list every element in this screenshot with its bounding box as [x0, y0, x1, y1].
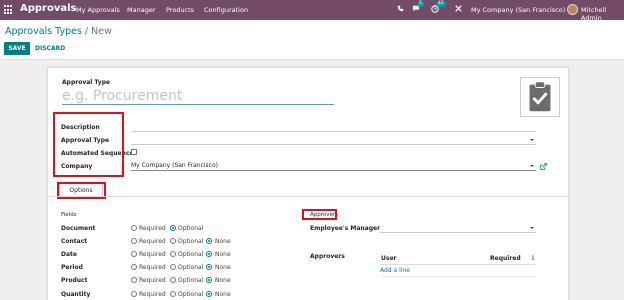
- external-link-icon[interactable]: [540, 163, 547, 170]
- phone-icon[interactable]: [397, 5, 404, 15]
- product-required-radio[interactable]: [131, 277, 137, 283]
- radio-label: Optional: [178, 251, 204, 258]
- field-row-label: Document: [61, 225, 96, 232]
- radio-label: Required: [139, 277, 166, 284]
- column-options-icon[interactable]: ⋮: [530, 255, 536, 262]
- save-button[interactable]: SAVE: [4, 42, 30, 55]
- approval-type-select[interactable]: [131, 135, 536, 145]
- period-required-radio[interactable]: [131, 264, 137, 270]
- menu-configuration[interactable]: Configuration: [204, 6, 248, 14]
- discard-button[interactable]: DISCARD: [35, 42, 65, 55]
- table-row: [380, 276, 535, 277]
- automated-sequence-checkbox[interactable]: [131, 149, 137, 155]
- menu-manager[interactable]: Manager: [127, 6, 156, 14]
- activity-badge: 42: [436, 1, 446, 7]
- add-a-line-link[interactable]: Add a line: [380, 267, 410, 274]
- approvers-table-header: User Required ⋮: [380, 254, 536, 265]
- company-select[interactable]: My Company (San Francisco): [131, 161, 536, 171]
- company-value: My Company (San Francisco): [131, 162, 218, 169]
- radio-label: Optional: [178, 277, 204, 284]
- approval-type-name-input[interactable]: e.g. Procurement: [62, 87, 334, 105]
- date-optional-radio[interactable]: [170, 251, 176, 257]
- field-row-label: Period: [61, 264, 83, 271]
- radio-label: Optional: [178, 264, 204, 271]
- activity-clock-icon[interactable]: 42: [431, 1, 446, 16]
- company-switcher[interactable]: My Company (San Francisco): [471, 6, 565, 14]
- tab-divider: [48, 196, 568, 197]
- app-brand[interactable]: Approvals: [20, 3, 77, 14]
- employees-manager-label: Employee's Manager: [310, 225, 381, 232]
- chevron-down-icon: [530, 227, 534, 229]
- field-row-label: Quantity: [61, 291, 91, 298]
- radio-label: None: [215, 251, 231, 258]
- user-avatar[interactable]: [567, 4, 578, 15]
- date-required-radio[interactable]: [131, 251, 137, 257]
- fields-group-title: Fields: [61, 212, 77, 218]
- radio-label: Optional: [178, 291, 204, 298]
- radio-label: None: [215, 264, 231, 271]
- labels-highlight-box: [53, 112, 124, 177]
- radio-label: None: [215, 291, 231, 298]
- field-row-label: Contact: [61, 238, 88, 245]
- employees-manager-select[interactable]: [380, 223, 536, 233]
- breadcrumb-current: New: [91, 26, 112, 37]
- product-optional-radio[interactable]: [170, 277, 176, 283]
- contact-required-radio[interactable]: [131, 238, 137, 244]
- date-none-radio[interactable]: [206, 251, 212, 257]
- description-input[interactable]: [131, 122, 536, 132]
- chevron-down-icon: [530, 165, 534, 167]
- breadcrumb: Approvals Types / New: [5, 26, 112, 37]
- form-sheet: Approval Type e.g. Procurement Descripti…: [47, 67, 569, 300]
- chevron-down-icon: [530, 139, 534, 141]
- menu-products[interactable]: Products: [166, 6, 194, 14]
- contact-optional-radio[interactable]: [170, 238, 176, 244]
- period-none-radio[interactable]: [206, 264, 212, 270]
- approval-image[interactable]: [520, 77, 560, 117]
- period-optional-radio[interactable]: [170, 264, 176, 270]
- top-navbar: Approvals My Approvals Manager Products …: [0, 0, 624, 22]
- column-user[interactable]: User: [381, 255, 396, 262]
- breadcrumb-approvals-types[interactable]: Approvals Types: [5, 26, 82, 37]
- field-row-label: Product: [61, 277, 88, 284]
- radio-label: Required: [139, 238, 166, 245]
- close-icon[interactable]: [455, 5, 462, 15]
- radio-label: Required: [139, 291, 166, 298]
- quantity-none-radio[interactable]: [206, 291, 212, 297]
- clipboard-check-icon: [529, 81, 551, 112]
- document-required-radio[interactable]: [131, 225, 137, 231]
- approvers-highlight-box: [302, 209, 337, 220]
- field-row-label: Date: [61, 251, 77, 258]
- radio-label: None: [215, 277, 231, 284]
- radio-label: None: [215, 238, 231, 245]
- document-optional-radio[interactable]: [170, 225, 176, 231]
- approval-type-title-label: Approval Type: [62, 79, 111, 86]
- contact-none-radio[interactable]: [206, 238, 212, 244]
- radio-label: Required: [139, 225, 166, 232]
- radio-label: Optional: [178, 238, 204, 245]
- radio-label: Required: [139, 251, 166, 258]
- quantity-optional-radio[interactable]: [170, 291, 176, 297]
- chat-icon[interactable]: 5: [412, 1, 424, 15]
- menu-my-approvals[interactable]: My Approvals: [76, 6, 120, 14]
- radio-label: Optional: [178, 225, 204, 232]
- radio-label: Required: [139, 264, 166, 271]
- breadcrumb-separator: /: [84, 26, 89, 37]
- quantity-required-radio[interactable]: [131, 291, 137, 297]
- column-required[interactable]: Required: [490, 255, 521, 262]
- approvers-label: Approvers: [310, 253, 345, 260]
- product-none-radio[interactable]: [206, 277, 212, 283]
- control-panel: Approvals Types / New SAVE DISCARD: [0, 20, 624, 60]
- apps-menu-icon[interactable]: [4, 5, 14, 15]
- chat-badge: 5: [417, 1, 424, 7]
